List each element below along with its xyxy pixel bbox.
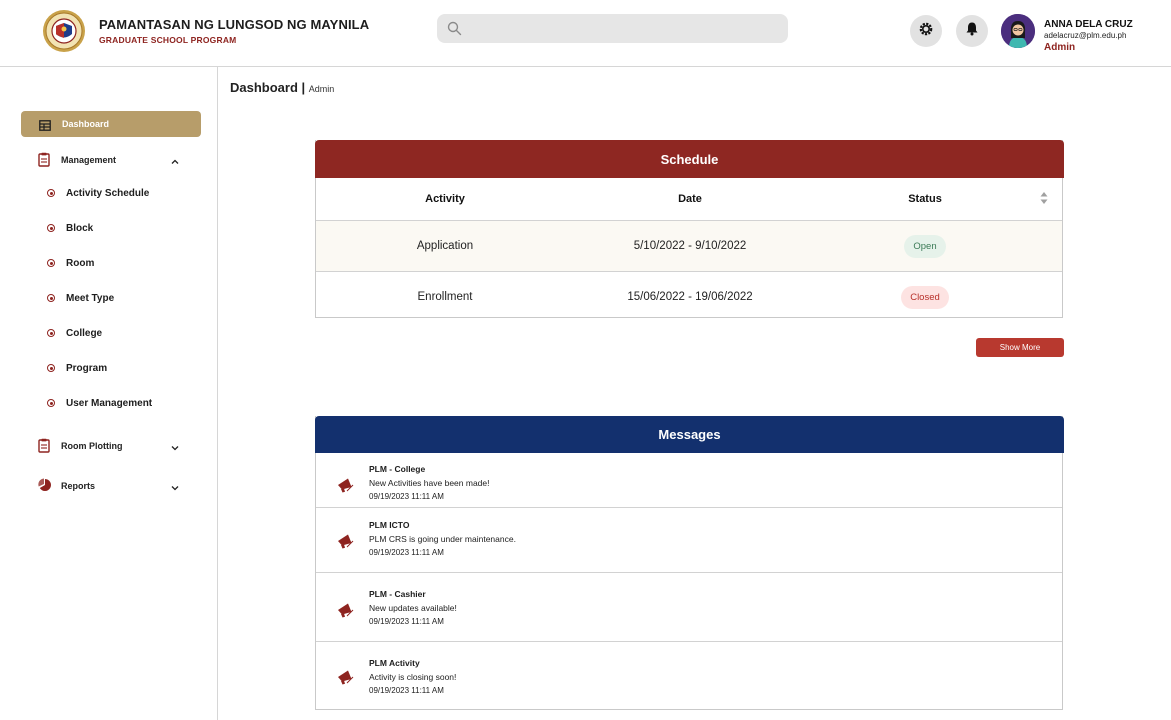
sidebar-subitem-user-management[interactable]: User Management: [44, 394, 204, 414]
megaphone-icon: [336, 668, 354, 686]
sidebar-subitem-label: Program: [66, 363, 108, 374]
sidebar-subitem-label: Room: [66, 258, 95, 269]
megaphone-icon: [336, 532, 354, 550]
chevron-down-icon[interactable]: [170, 480, 180, 498]
sidebar: Dashboard Management Activity Schedule B…: [0, 67, 218, 720]
sidebar-subitem-block[interactable]: Block: [44, 219, 204, 239]
schedule-table: Schedule Activity Date Status Applicatio…: [315, 140, 1064, 318]
message-body: PLM CRS is going under maintenance.: [369, 534, 516, 544]
bell-icon: [965, 21, 979, 41]
sidebar-item-reports[interactable]: Reports: [21, 476, 201, 498]
message-time: 09/19/2023 11:11 AM: [369, 548, 444, 557]
message-item[interactable]: PLM Activity Activity is closing soon! 0…: [316, 642, 1062, 709]
message-item[interactable]: PLM - College New Activities have been m…: [316, 454, 1062, 508]
table-icon: [39, 118, 51, 136]
schedule-column-headers: Activity Date Status: [316, 178, 1062, 221]
column-header-activity: Activity: [425, 193, 465, 205]
sidebar-subitem-label: Meet Type: [66, 293, 115, 304]
notifications-button[interactable]: [956, 15, 988, 47]
show-more-button[interactable]: Show More: [976, 338, 1064, 357]
sidebar-subitem-label: User Management: [66, 398, 153, 409]
user-role: Admin: [1044, 42, 1076, 53]
top-header: PAMANTASAN NG LUNGSOD NG MAYNILA GRADUAT…: [0, 0, 1171, 67]
message-body: Activity is closing soon!: [369, 672, 457, 682]
message-item[interactable]: PLM - Cashier New updates available! 09/…: [316, 573, 1062, 642]
gear-icon: [918, 21, 934, 42]
bullet-icon: [47, 294, 55, 302]
messages-header: Messages: [315, 416, 1064, 453]
message-time: 09/19/2023 11:11 AM: [369, 492, 444, 501]
cell-date: 15/06/2022 - 19/06/2022: [627, 291, 753, 303]
bullet-icon: [47, 329, 55, 337]
table-row[interactable]: Enrollment 15/06/2022 - 19/06/2022 Close…: [316, 272, 1062, 322]
message-time: 09/19/2023 11:11 AM: [369, 686, 444, 695]
sidebar-item-label: Room Plotting: [61, 441, 123, 451]
sidebar-item-label: Reports: [61, 481, 96, 491]
sidebar-subitem-label: Block: [66, 223, 94, 234]
schedule-header: Schedule: [315, 140, 1064, 178]
sidebar-item-label: Management: [61, 155, 117, 165]
bullet-icon: [47, 259, 55, 267]
program-subtitle: GRADUATE SCHOOL PROGRAM: [99, 35, 237, 45]
message-body: New updates available!: [369, 603, 457, 613]
status-badge-open: Open: [904, 234, 946, 258]
column-header-status: Status: [908, 193, 942, 205]
search-input[interactable]: [471, 19, 775, 39]
university-title: PAMANTASAN NG LUNGSOD NG MAYNILA: [99, 17, 370, 32]
message-time: 09/19/2023 11:11 AM: [369, 617, 444, 626]
cell-activity: Enrollment: [417, 291, 473, 303]
sidebar-subitem-label: College: [66, 328, 103, 339]
status-badge-closed: Closed: [901, 285, 949, 309]
sort-icon[interactable]: [1040, 191, 1048, 205]
bullet-icon: [47, 189, 55, 197]
search-bar[interactable]: [437, 14, 788, 43]
clipboard-icon: [38, 438, 50, 458]
search-icon: [447, 21, 462, 36]
column-header-date: Date: [678, 193, 702, 205]
message-body: New Activities have been made!: [369, 478, 490, 488]
cell-activity: Application: [416, 240, 474, 252]
user-email: adelacruz@plm.edu.ph: [1044, 31, 1127, 40]
sidebar-item-dashboard[interactable]: Dashboard: [21, 111, 201, 137]
message-title: PLM ICTO: [369, 520, 410, 530]
sidebar-subitem-meet-type[interactable]: Meet Type: [44, 289, 204, 309]
clipboard-icon: [38, 152, 50, 172]
breadcrumb: Admin: [308, 84, 335, 94]
sidebar-subitem-program[interactable]: Program: [44, 359, 204, 379]
message-item[interactable]: PLM ICTO PLM CRS is going under maintena…: [316, 508, 1062, 573]
sidebar-item-label: Dashboard: [62, 119, 110, 129]
sidebar-subitem-college[interactable]: College: [44, 324, 204, 344]
megaphone-icon: [336, 601, 354, 619]
message-title: PLM - Cashier: [369, 589, 426, 599]
cell-status: Closed: [806, 272, 1044, 322]
avatar[interactable]: [1001, 14, 1035, 48]
message-title: PLM - College: [369, 464, 426, 474]
settings-button[interactable]: [910, 15, 942, 47]
sidebar-subitem-room[interactable]: Room: [44, 254, 204, 274]
sidebar-item-room-plotting[interactable]: Room Plotting: [21, 436, 201, 458]
bullet-icon: [47, 224, 55, 232]
university-seal-logo: [42, 9, 86, 53]
bullet-icon: [47, 364, 55, 372]
sidebar-item-management[interactable]: Management: [21, 150, 201, 172]
pie-chart-icon: [38, 478, 52, 497]
cell-date: 5/10/2022 - 9/10/2022: [633, 240, 747, 252]
sidebar-subitem-label: Activity Schedule: [66, 188, 150, 199]
page-title-text: Dashboard: [230, 80, 298, 95]
bullet-icon: [47, 399, 55, 407]
chevron-up-icon[interactable]: [170, 154, 180, 172]
megaphone-icon: [336, 476, 354, 494]
messages-panel: Messages PLM - College New Activities ha…: [315, 416, 1064, 710]
chevron-down-icon[interactable]: [170, 440, 180, 458]
sidebar-subitem-activity-schedule[interactable]: Activity Schedule: [44, 184, 204, 204]
user-name: ANNA DELA CRUZ: [1044, 19, 1133, 30]
page-title: Dashboard | Admin: [230, 80, 335, 95]
table-row[interactable]: Application 5/10/2022 - 9/10/2022 Open: [316, 221, 1062, 272]
message-title: PLM Activity: [369, 658, 420, 668]
cell-status: Open: [806, 221, 1044, 271]
